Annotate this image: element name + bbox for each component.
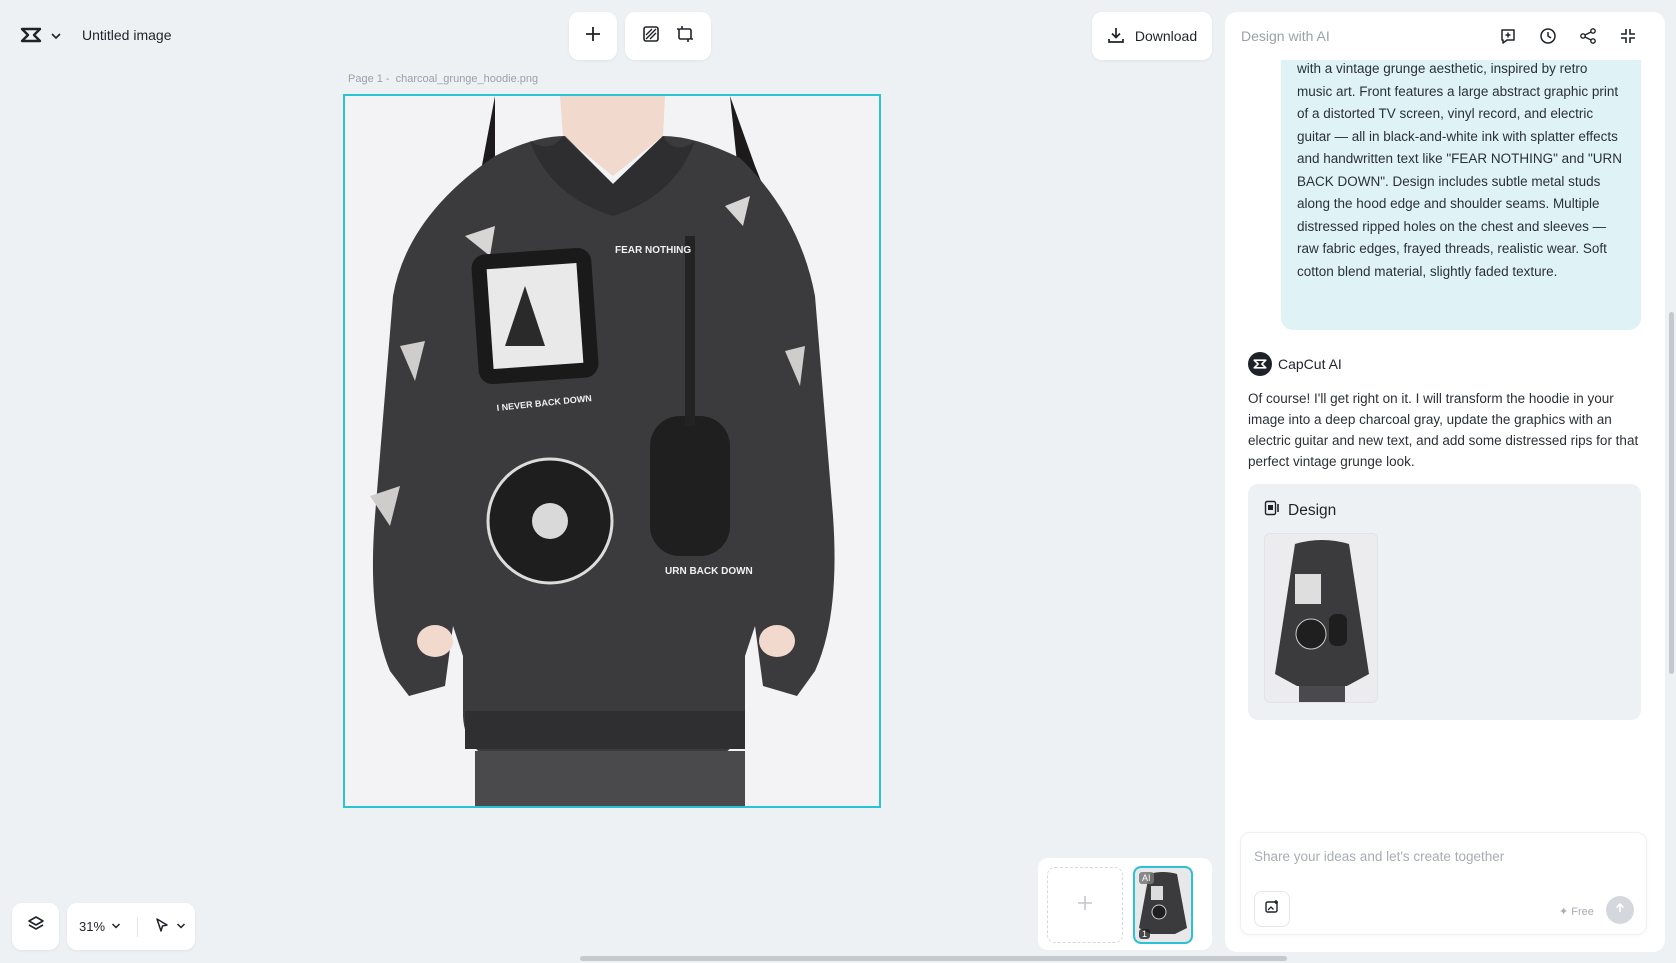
download-icon xyxy=(1107,26,1125,47)
ai-panel: Design with AI with a vintage grunge aes… xyxy=(1225,12,1665,952)
canvas-image[interactable]: FEAR NOTHING I NEVER BACK DOWN URN BACK … xyxy=(343,94,881,808)
collapse-icon[interactable] xyxy=(1617,25,1639,47)
hoodie-illustration: FEAR NOTHING I NEVER BACK DOWN URN BACK … xyxy=(345,96,879,806)
share-icon[interactable] xyxy=(1577,25,1599,47)
chevron-down-icon[interactable] xyxy=(111,919,121,934)
new-chat-icon[interactable] xyxy=(1497,25,1519,47)
free-label: ✦ Free xyxy=(1559,906,1594,918)
panel-title: Design with AI xyxy=(1241,28,1330,44)
chevron-down-icon[interactable] xyxy=(50,29,62,41)
chevron-down-icon[interactable] xyxy=(176,919,186,934)
plus-icon xyxy=(1075,893,1095,918)
ai-sender: CapCut AI xyxy=(1248,352,1342,376)
print-text-fear-nothing: FEAR NOTHING xyxy=(615,245,691,256)
design-card-header: Design xyxy=(1264,500,1336,521)
layers-icon xyxy=(27,915,45,938)
ai-badge: AI xyxy=(1139,872,1154,884)
eraser-icon[interactable] xyxy=(642,25,660,48)
download-label: Download xyxy=(1134,28,1198,44)
page-prefix: Page 1 - xyxy=(348,73,390,85)
history-icon[interactable] xyxy=(1537,25,1559,47)
design-label: Design xyxy=(1288,501,1337,519)
send-button[interactable] xyxy=(1606,896,1634,924)
zoom-value[interactable]: 31% xyxy=(79,919,105,934)
edit-tools xyxy=(625,12,711,60)
design-icon xyxy=(1264,500,1280,521)
panel-scrollbar[interactable] xyxy=(1669,312,1674,674)
crop-icon[interactable] xyxy=(676,25,694,48)
capcut-avatar-icon xyxy=(1248,352,1272,376)
design-card: Design xyxy=(1248,484,1641,720)
capcut-logo-icon[interactable] xyxy=(20,24,42,46)
hoodie-result-image xyxy=(1265,534,1377,702)
document-title[interactable]: Untitled image xyxy=(82,27,172,43)
download-button[interactable]: Download xyxy=(1092,12,1212,60)
horizontal-scrollbar[interactable] xyxy=(580,956,1287,961)
page-thumbnail[interactable]: AI 1 xyxy=(1133,866,1193,944)
add-page-button[interactable] xyxy=(1047,867,1123,943)
pointer-icon[interactable] xyxy=(154,917,170,936)
chat-input-placeholder[interactable]: Share your ideas and let's create togeth… xyxy=(1254,849,1504,864)
chat-input[interactable]: Share your ideas and let's create togeth… xyxy=(1240,832,1647,935)
image-upload-button[interactable] xyxy=(1254,891,1290,927)
page-label: Page 1 - charcoal_grunge_hoodie.png xyxy=(348,73,538,85)
ai-name: CapCut AI xyxy=(1278,356,1342,372)
divider xyxy=(137,916,139,937)
user-prompt-text: with a vintage grunge aesthetic, inspire… xyxy=(1297,61,1622,279)
print-text-urn-back-down: URN BACK DOWN xyxy=(665,566,753,577)
page-file-name: charcoal_grunge_hoodie.png xyxy=(395,73,539,85)
plus-icon xyxy=(584,25,602,48)
user-message: with a vintage grunge aesthetic, inspire… xyxy=(1281,60,1641,330)
layers-button[interactable] xyxy=(12,903,59,950)
send-icon xyxy=(1614,901,1626,919)
zoom-controls: 31% xyxy=(67,903,195,950)
design-result-thumbnail[interactable] xyxy=(1264,533,1378,703)
pages-tray: AI 1 xyxy=(1038,858,1212,950)
page-number: 1 xyxy=(1139,929,1151,939)
ai-response: Of course! I'll get right on it. I will … xyxy=(1248,391,1639,469)
panel-header: Design with AI xyxy=(1225,12,1665,60)
brand: Untitled image xyxy=(20,24,172,46)
add-button[interactable] xyxy=(569,12,617,60)
image-upload-icon xyxy=(1264,899,1280,920)
